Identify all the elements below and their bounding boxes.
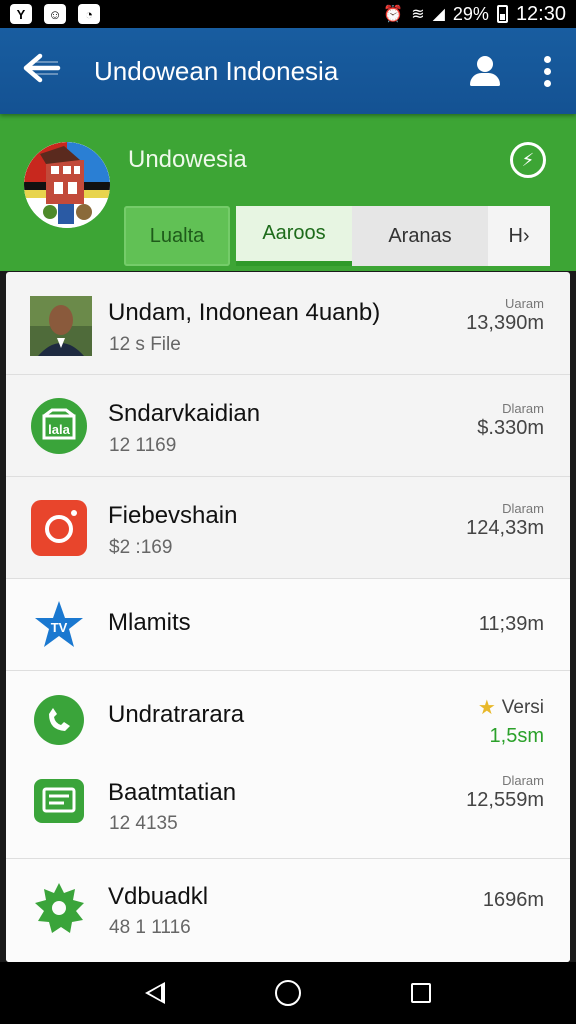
tab-4-label: H: [508, 224, 523, 247]
clock-time: 12:30: [515, 2, 566, 25]
item-meta-value: 124,33m: [466, 517, 544, 539]
item-title: Vdbuadkl: [108, 883, 209, 910]
item-meta-label: Versi: [501, 696, 544, 718]
profile-header: Undowesia ⚡ Lualta Aaroos Aranas H ›: [0, 114, 576, 271]
signal-icon: ◢: [432, 6, 445, 23]
avatar[interactable]: [24, 142, 110, 228]
list-item[interactable]: TV Mlamits 11;39m: [6, 579, 570, 671]
item-title: Mlamits: [108, 609, 191, 636]
person-photo-icon: [30, 296, 92, 356]
app-list: Undam, Indonean 4uanb) 12 s File Uaram 1…: [6, 272, 570, 962]
item-meta-label: Dlaram: [502, 773, 544, 788]
camera-icon: [30, 499, 88, 557]
svg-text:TV: TV: [51, 620, 68, 635]
item-title: Sndarvkaidian: [108, 400, 261, 427]
phone-icon: [30, 691, 88, 749]
tab-2-selected[interactable]: Aaroos: [236, 206, 352, 266]
star-badge-icon: ★: [477, 697, 496, 719]
item-subtitle: $2 :169: [109, 537, 173, 558]
item-subtitle: 12 4135: [109, 813, 178, 834]
app-title: Undowean Indonesia: [94, 55, 339, 86]
list-item[interactable]: Undratrarara ★ Versi 1,5sm: [6, 671, 570, 759]
nav-home-icon[interactable]: [275, 980, 301, 1006]
version-tag: ★ Versi: [478, 695, 544, 720]
tab-1[interactable]: Lualta: [124, 206, 230, 266]
battery-percent: 29%: [452, 3, 489, 24]
tab-bar: Lualta Aaroos Aranas H ›: [124, 206, 550, 266]
sim-icon: Y: [10, 4, 32, 24]
nav-back-icon[interactable]: [145, 982, 165, 1004]
list-item[interactable]: lala Sndarvkaidian 12 1169 Dlaram $.330m: [6, 375, 570, 477]
item-meta-value: 11;39m: [478, 613, 544, 635]
star-icon: TV: [30, 596, 88, 654]
account-icon[interactable]: [468, 54, 502, 88]
tab-4[interactable]: H ›: [488, 206, 550, 266]
header-title: Undowesia: [128, 146, 247, 173]
chat-icon: ☺: [44, 4, 66, 24]
item-meta-value: 12,559m: [466, 789, 544, 811]
item-meta-value: 1,5sm: [489, 725, 544, 747]
item-meta-value: $.330m: [477, 417, 544, 439]
item-title: Baatmtatian: [108, 779, 237, 806]
item-meta-label: Dlaram: [502, 401, 544, 416]
list-item[interactable]: Baatmtatian 12 4135 Dlaram 12,559m: [6, 759, 570, 859]
nav-recents-icon[interactable]: [411, 983, 431, 1003]
tab-3[interactable]: Aranas: [352, 206, 488, 266]
item-title: Fiebevshain: [108, 502, 238, 529]
back-arrow-icon[interactable]: [22, 53, 72, 89]
item-meta-label: Dlaram: [502, 501, 544, 516]
more-options-icon[interactable]: [542, 55, 552, 87]
status-bar: Y ☺ ◔ ⏰ ≋ ◢ 29% 12:30: [0, 0, 576, 28]
item-subtitle: 48 1 1116: [109, 917, 191, 938]
item-subtitle: 12 s File: [109, 334, 181, 355]
clock-icon: ◔: [78, 4, 100, 24]
chevron-right-icon: ›: [522, 224, 530, 247]
item-title: Undam, Indonean 4uanb): [108, 299, 381, 326]
item-meta-label: Uaram: [504, 296, 544, 311]
item-meta-value: 1696m: [482, 889, 544, 911]
wifi-icon: ≋: [411, 6, 425, 23]
item-title: Undratrarara: [108, 701, 245, 728]
list-item[interactable]: Fiebevshain $2 :169 Dlaram 124,33m: [6, 477, 570, 579]
chat-icon: [30, 773, 88, 831]
gear-icon: [30, 879, 88, 937]
list-item[interactable]: Vdbuadkl 48 1 1116 1696m: [6, 859, 570, 962]
app-bar: Undowean Indonesia: [0, 28, 576, 114]
list-item[interactable]: Undam, Indonean 4uanb) 12 s File Uaram 1…: [6, 272, 570, 375]
svg-text:lala: lala: [48, 422, 70, 437]
item-meta-value: 13,390m: [466, 312, 544, 334]
navigation-bar: [0, 962, 576, 1024]
item-subtitle: 12 1169: [109, 435, 177, 456]
compass-icon[interactable]: ⚡: [510, 142, 546, 178]
store-icon: lala: [30, 397, 88, 455]
battery-icon: [496, 5, 508, 23]
alarm-icon: ⏰: [383, 6, 404, 23]
